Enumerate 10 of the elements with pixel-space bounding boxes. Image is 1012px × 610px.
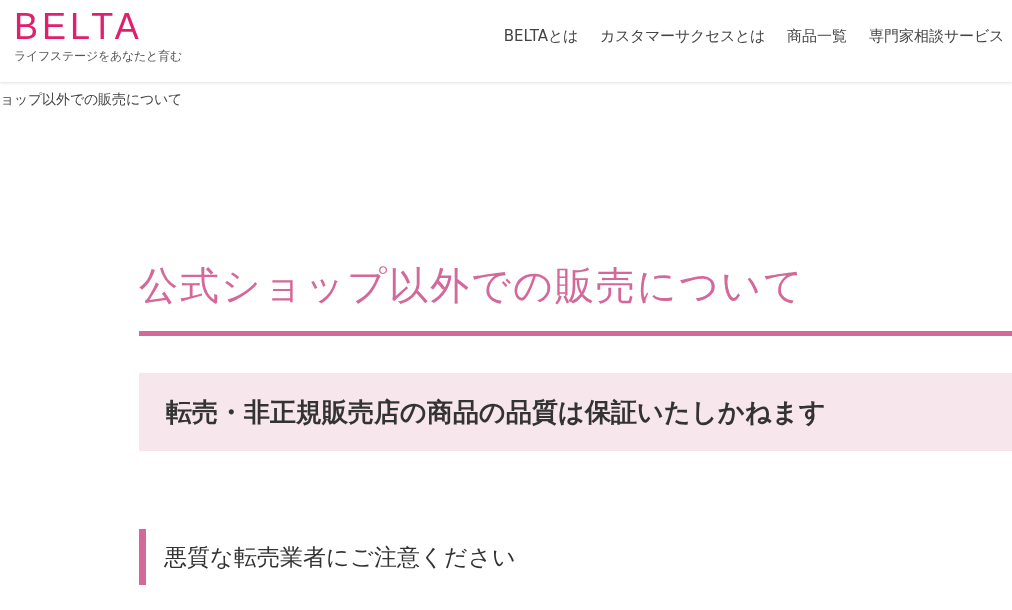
breadcrumb: ョップ以外での販売について	[0, 91, 182, 107]
page-title: 公式ショップ以外での販売について	[139, 259, 1012, 336]
nav-link[interactable]: カスタマーサクセスとは	[600, 26, 765, 46]
nav-link[interactable]: BELTAとは	[503, 26, 578, 46]
tagline: ライフステージをあなたと育む	[14, 48, 182, 65]
nav-link[interactable]: 専門家相談サービス	[869, 26, 1004, 46]
notice-text: 転売・非正規販売店の商品の品質は保証いたしかねます	[166, 395, 826, 429]
logo[interactable]: BELTA	[14, 9, 182, 45]
nav-link[interactable]: 商品一覧	[787, 26, 847, 46]
section-heading: 悪質な転売業者にご注意ください	[139, 529, 1012, 585]
